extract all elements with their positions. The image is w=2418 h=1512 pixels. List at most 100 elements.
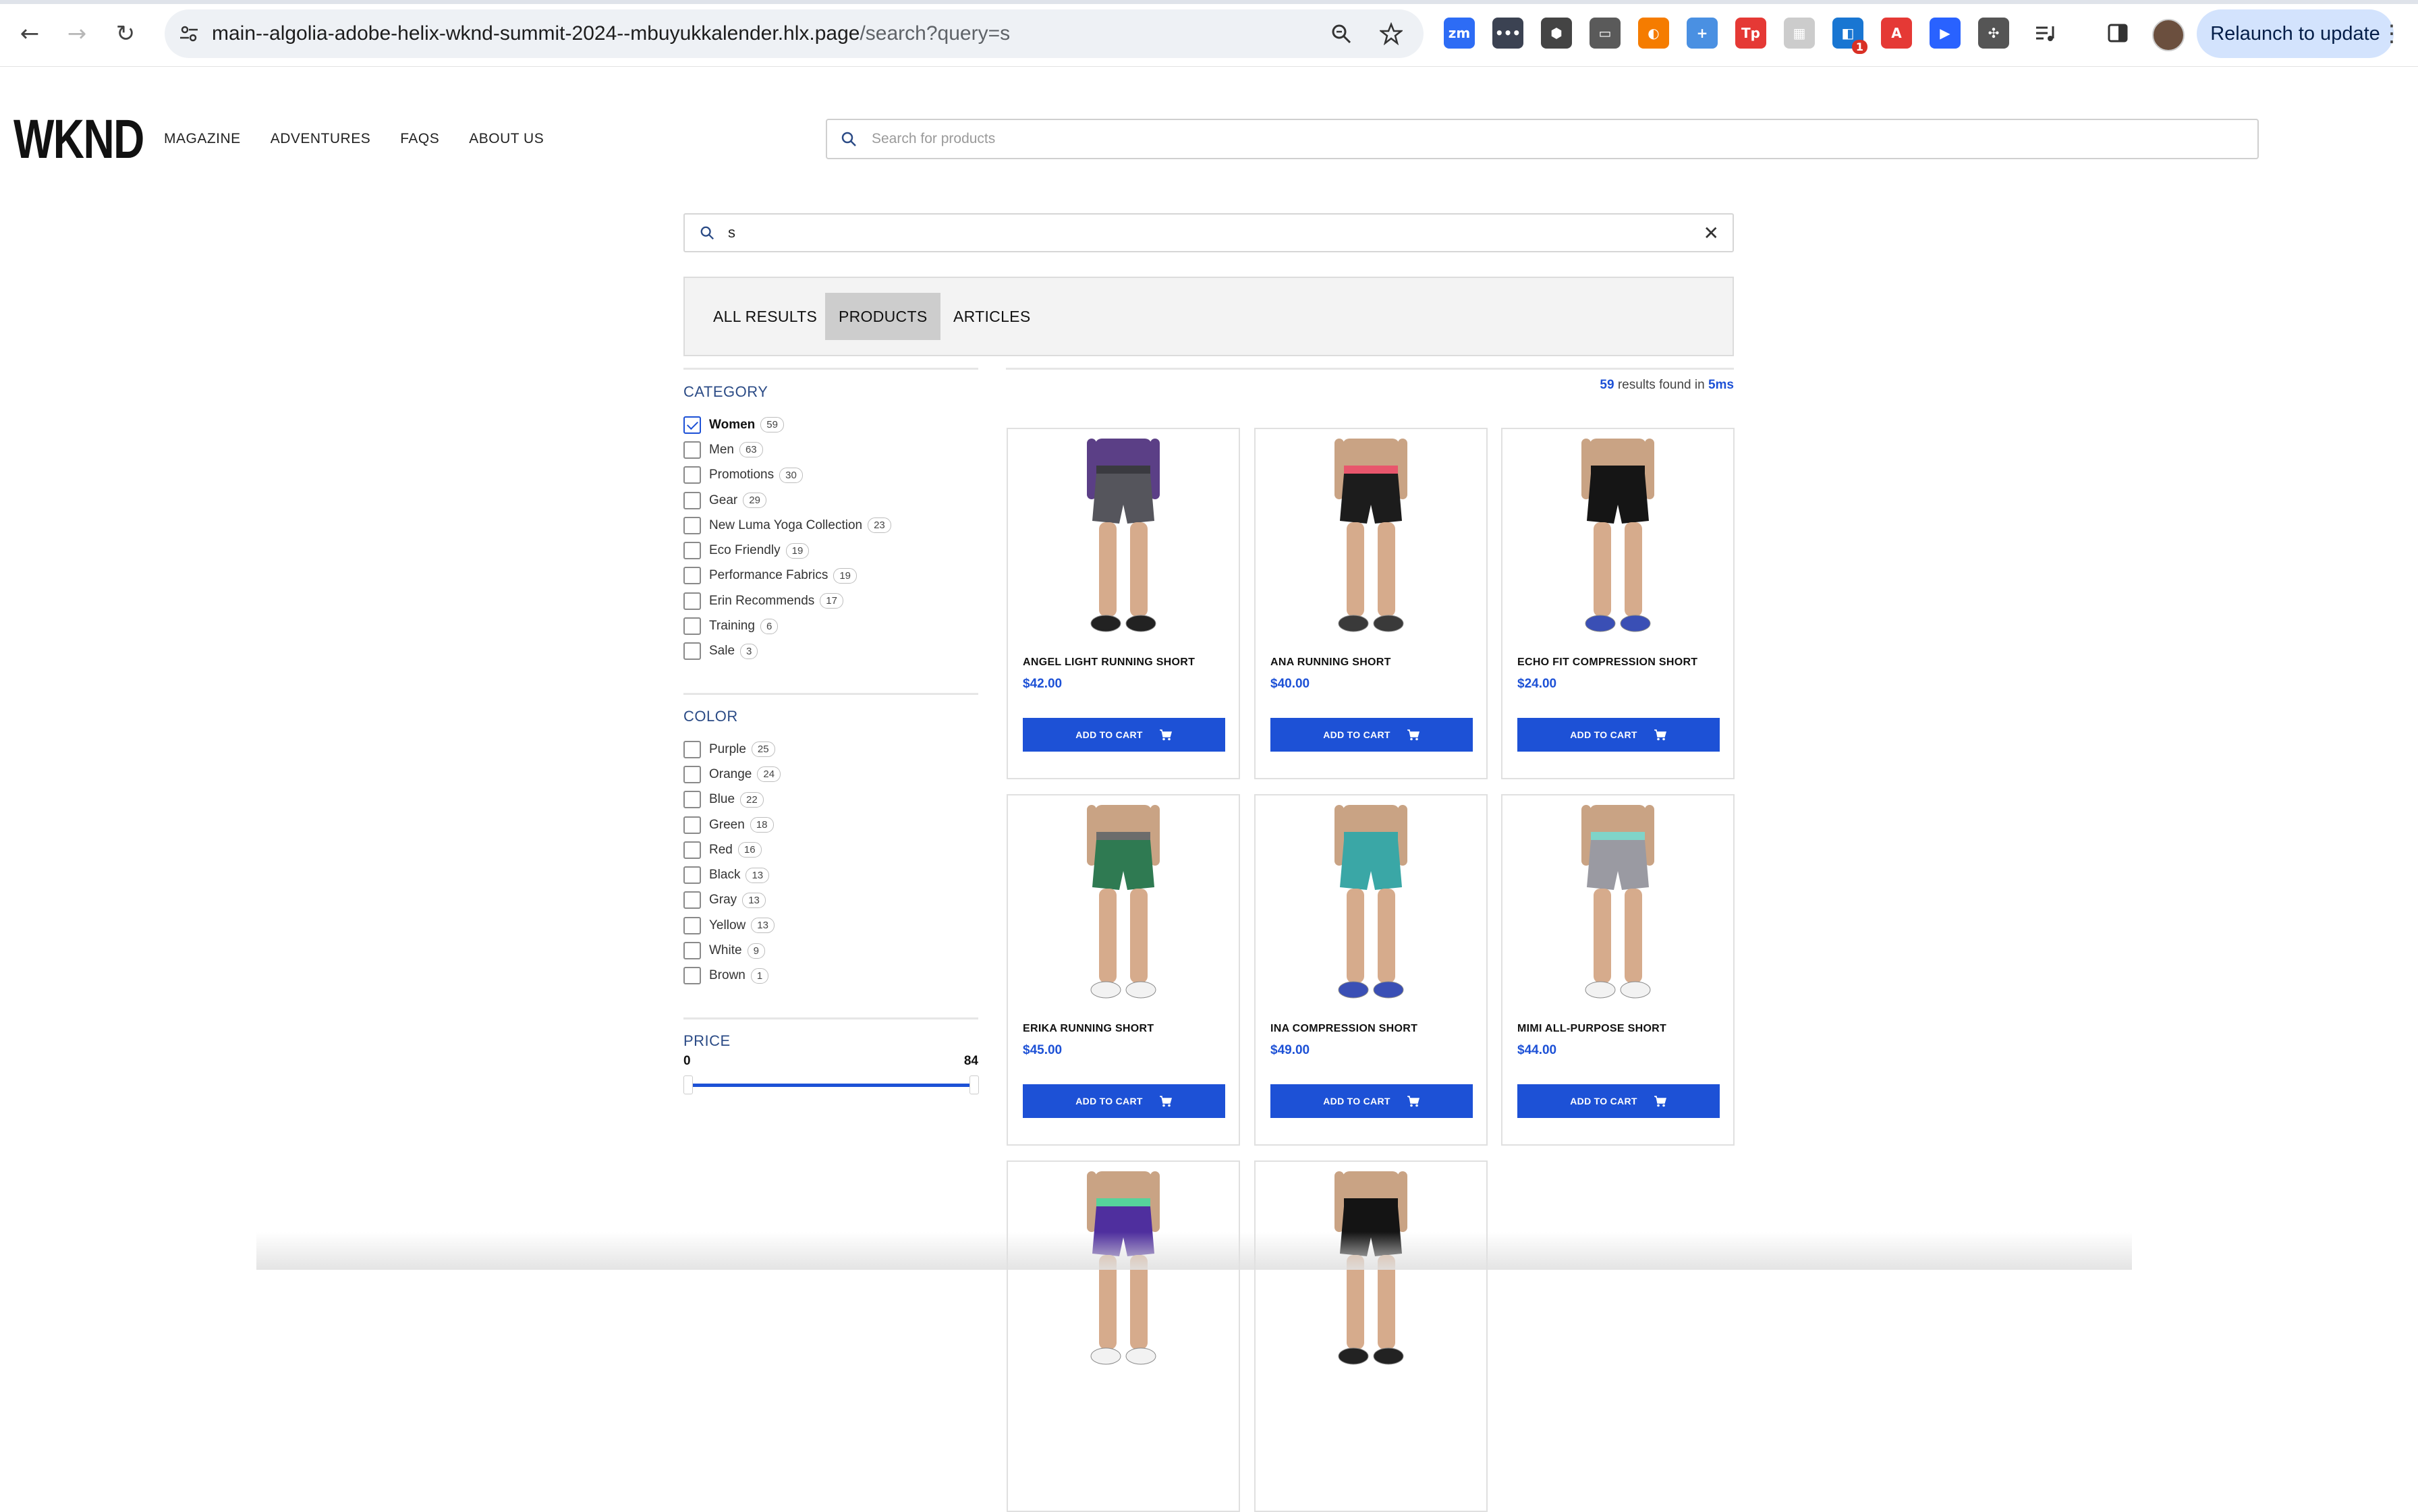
facet-checkbox[interactable] (683, 642, 701, 661)
tab-products[interactable]: PRODUCTS (825, 293, 941, 340)
facet-checkbox[interactable] (683, 866, 701, 885)
product-card[interactable] (1007, 1160, 1240, 1512)
header-search-input[interactable] (870, 130, 2222, 148)
facet-checkbox[interactable] (683, 841, 701, 859)
product-card[interactable]: MIMI ALL-PURPOSE SHORT $44.00 ADD TO CAR… (1501, 794, 1735, 1146)
color-facet-item[interactable]: Yellow 13 (683, 913, 781, 938)
side-panel-icon[interactable] (2102, 18, 2133, 49)
facet-checkbox[interactable] (683, 491, 701, 509)
product-image-wrap[interactable] (1008, 805, 1239, 1005)
nav-faqs[interactable]: FAQS (400, 131, 439, 147)
category-facet-item[interactable]: Women 59 (683, 412, 891, 437)
facet-checkbox[interactable] (683, 765, 701, 783)
facet-checkbox[interactable] (683, 416, 701, 434)
product-card[interactable]: INA COMPRESSION SHORT $49.00 ADD TO CART (1254, 794, 1488, 1146)
product-image-wrap[interactable] (1008, 1171, 1239, 1371)
zoom-icon[interactable] (1326, 19, 1356, 49)
category-facet-item[interactable]: Promotions 30 (683, 463, 891, 488)
facet-checkbox[interactable] (683, 740, 701, 758)
product-card[interactable]: ERIKA RUNNING SHORT $45.00 ADD TO CART (1007, 794, 1240, 1146)
facet-checkbox[interactable] (683, 617, 701, 636)
reload-icon[interactable]: ↻ (109, 18, 142, 50)
category-facet-item[interactable]: Erin Recommends 17 (683, 588, 891, 613)
facet-checkbox[interactable] (683, 791, 701, 809)
clear-search-icon[interactable]: ✕ (1704, 222, 1719, 244)
category-facet-item[interactable]: Gear 29 (683, 488, 891, 513)
acrobat-extension-icon[interactable]: A (1881, 18, 1912, 49)
tab-articles[interactable]: ARTICLES (940, 293, 1044, 340)
add-to-cart-button[interactable]: ADD TO CART (1270, 718, 1473, 752)
zoom-extension-icon[interactable]: zm (1444, 18, 1475, 49)
facet-checkbox[interactable] (683, 542, 701, 560)
color-facet-item[interactable]: Purple 25 (683, 737, 781, 762)
facet-checkbox[interactable] (683, 916, 701, 934)
product-name[interactable]: MIMI ALL-PURPOSE SHORT (1517, 1023, 1666, 1035)
badge-extension-icon[interactable]: ◧ 1 (1832, 18, 1867, 54)
color-facet-item[interactable]: Brown 1 (683, 963, 781, 988)
chat-extension-icon[interactable]: ▶ (1930, 18, 1961, 49)
category-facet-item[interactable]: Men 63 (683, 437, 891, 462)
forward-arrow-icon[interactable]: → (61, 18, 93, 50)
color-facet-item[interactable]: Black 13 (683, 862, 781, 887)
product-image-wrap[interactable] (1008, 439, 1239, 638)
add-to-cart-button[interactable]: ADD TO CART (1023, 718, 1225, 752)
facet-checkbox[interactable] (683, 891, 701, 909)
facet-checkbox[interactable] (683, 592, 701, 610)
product-image-wrap[interactable] (1502, 805, 1733, 1005)
address-bar[interactable]: main--algolia-adobe-helix-wknd-summit-20… (165, 9, 1424, 58)
product-name[interactable]: ANA RUNNING SHORT (1270, 656, 1391, 669)
category-facet-item[interactable]: Eco Friendly 19 (683, 538, 891, 563)
nav-adventures[interactable]: ADVENTURES (271, 131, 371, 147)
hex-extension-icon[interactable]: ⬢ (1541, 18, 1572, 49)
product-image-wrap[interactable] (1502, 439, 1733, 638)
category-facet-item[interactable]: Performance Fabrics 19 (683, 563, 891, 588)
plus-extension-icon[interactable]: + (1687, 18, 1718, 49)
color-facet-item[interactable]: Gray 13 (683, 888, 781, 913)
product-card[interactable]: ANGEL LIGHT RUNNING SHORT $42.00 ADD TO … (1007, 428, 1240, 779)
product-card[interactable] (1254, 1160, 1488, 1512)
facet-checkbox[interactable] (683, 516, 701, 534)
product-card[interactable]: ECHO FIT COMPRESSION SHORT $24.00 ADD TO… (1501, 428, 1735, 779)
product-image-wrap[interactable] (1256, 439, 1486, 638)
color-facet-item[interactable]: Blue 22 (683, 787, 781, 812)
grid-extension-icon[interactable]: ▦ (1784, 18, 1815, 49)
color-facet-item[interactable]: White 9 (683, 938, 781, 963)
price-slider-min-handle[interactable] (683, 1075, 693, 1094)
site-settings-icon[interactable] (175, 20, 202, 47)
facet-checkbox[interactable] (683, 466, 701, 484)
product-name[interactable]: INA COMPRESSION SHORT (1270, 1023, 1417, 1035)
add-to-cart-button[interactable]: ADD TO CART (1517, 718, 1720, 752)
category-facet-item[interactable]: Sale 3 (683, 639, 891, 664)
circle-extension-icon[interactable]: ◐ (1638, 18, 1669, 49)
bookmark-star-icon[interactable] (1376, 19, 1406, 49)
price-range-slider[interactable]: 0 84 (683, 1054, 979, 1094)
color-facet-item[interactable]: Green 18 (683, 812, 781, 837)
media-controls-icon[interactable] (2029, 18, 2060, 49)
dots-extension-icon[interactable]: ••• (1492, 18, 1523, 49)
facet-checkbox[interactable] (683, 567, 701, 585)
facet-checkbox[interactable] (683, 816, 701, 834)
header-search[interactable] (826, 119, 2259, 159)
category-facet-item[interactable]: New Luma Yoga Collection 23 (683, 513, 891, 538)
product-name[interactable]: ANGEL LIGHT RUNNING SHORT (1023, 656, 1195, 669)
results-search-box[interactable]: s ✕ (683, 213, 1734, 252)
tab-all-results[interactable]: ALL RESULTS (700, 293, 831, 340)
price-slider-track[interactable] (692, 1084, 974, 1087)
price-slider-max-handle[interactable] (969, 1075, 979, 1094)
add-to-cart-button[interactable]: ADD TO CART (1270, 1084, 1473, 1118)
category-facet-item[interactable]: Training 6 (683, 613, 891, 638)
product-name[interactable]: ERIKA RUNNING SHORT (1023, 1023, 1154, 1035)
product-image-wrap[interactable] (1256, 1171, 1486, 1371)
relaunch-button[interactable]: Relaunch to update (2197, 9, 2394, 58)
profile-avatar[interactable] (2152, 19, 2185, 51)
pill-extension-icon[interactable]: ▭ (1590, 18, 1621, 49)
product-card[interactable]: ANA RUNNING SHORT $40.00 ADD TO CART (1254, 428, 1488, 779)
color-facet-item[interactable]: Red 16 (683, 837, 781, 862)
facet-checkbox[interactable] (683, 942, 701, 960)
puzzle-extension-icon[interactable]: ✣ (1978, 18, 2009, 49)
facet-checkbox[interactable] (683, 441, 701, 459)
add-to-cart-button[interactable]: ADD TO CART (1023, 1084, 1225, 1118)
add-to-cart-button[interactable]: ADD TO CART (1517, 1084, 1720, 1118)
facet-checkbox[interactable] (683, 967, 701, 985)
product-image-wrap[interactable] (1256, 805, 1486, 1005)
